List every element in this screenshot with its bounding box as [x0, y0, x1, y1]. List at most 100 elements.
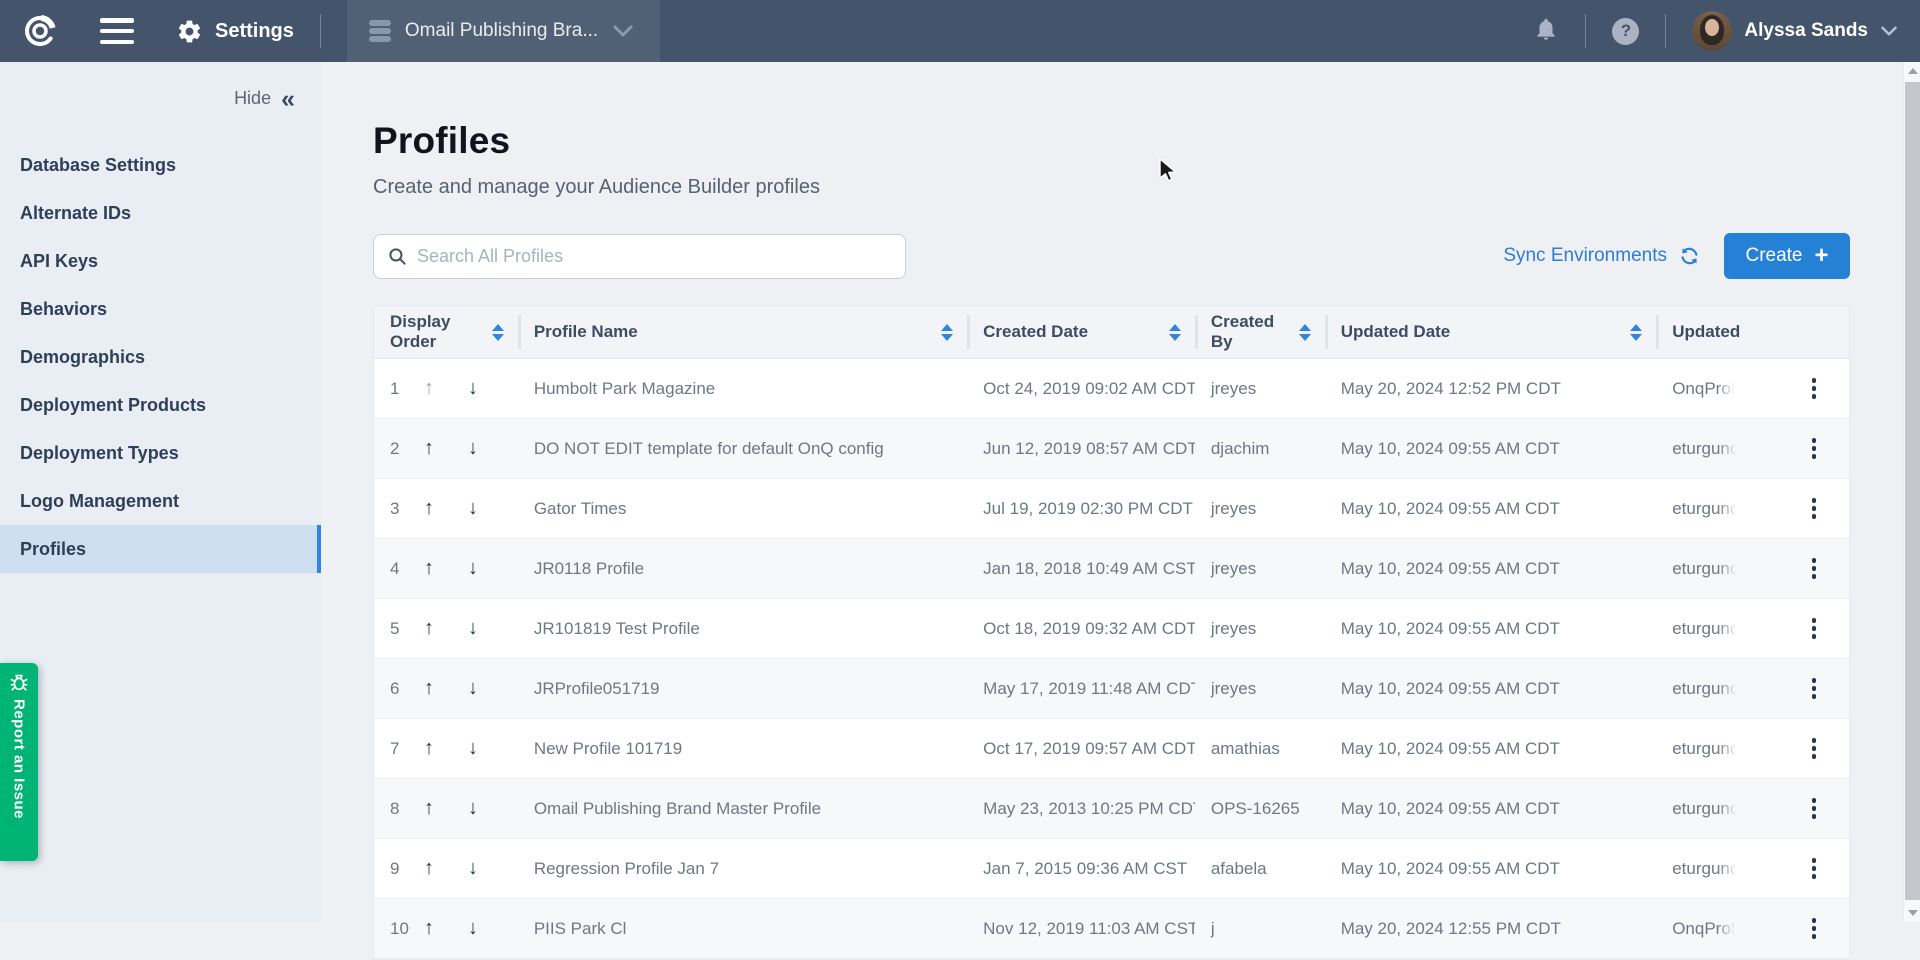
user-menu[interactable]: Alyssa Sands	[1666, 11, 1920, 51]
sidebar-item-demographics[interactable]: Demographics	[0, 333, 321, 381]
move-up-button[interactable]: ↑	[412, 737, 456, 760]
sort-icon[interactable]	[1169, 324, 1181, 341]
table-body: 1↑↓Humbolt Park MagazineOct 24, 2019 09:…	[374, 359, 1849, 959]
search-input[interactable]	[417, 246, 891, 267]
scrollbar-thumb[interactable]	[1905, 82, 1920, 900]
table-row[interactable]: 10↑↓PIIS Park ClNov 12, 2019 11:03 AM CS…	[374, 899, 1849, 959]
settings-nav[interactable]: Settings	[176, 18, 294, 45]
table-row[interactable]: 7↑↓New Profile 101719Oct 17, 2019 09:57 …	[374, 719, 1849, 779]
cell-created-by: OPS-16265	[1195, 779, 1325, 838]
row-actions-kebab-icon[interactable]	[1797, 912, 1831, 946]
sort-icon[interactable]	[941, 324, 953, 341]
cell-updated-by: eturgunc	[1656, 779, 1777, 838]
sidebar-item-deployment-products[interactable]: Deployment Products	[0, 381, 321, 429]
cell-actions	[1777, 779, 1849, 838]
row-actions-kebab-icon[interactable]	[1797, 432, 1831, 466]
move-down-button[interactable]: ↓	[456, 437, 500, 460]
order-number: 5	[390, 619, 412, 639]
profiles-table: Display OrderProfile NameCreated DateCre…	[373, 305, 1850, 960]
cell-display-order: 4↑↓	[374, 539, 518, 598]
move-down-button[interactable]: ↓	[456, 857, 500, 880]
cell-updated-by: eturgunc	[1656, 659, 1777, 718]
bell-icon	[1533, 15, 1559, 43]
table-row[interactable]: 2↑↓DO NOT EDIT template for default OnQ …	[374, 419, 1849, 479]
table-row[interactable]: 6↑↓JRProfile051719May 17, 2019 11:48 AM …	[374, 659, 1849, 719]
scrollbar-down-arrow[interactable]	[1904, 904, 1920, 922]
move-up-button[interactable]: ↑	[412, 677, 456, 700]
table-row[interactable]: 9↑↓Regression Profile Jan 7Jan 7, 2015 0…	[374, 839, 1849, 899]
cell-actions	[1777, 899, 1849, 958]
sidebar-item-deployment-types[interactable]: Deployment Types	[0, 429, 321, 477]
cell-updated-by: eturgunc	[1656, 719, 1777, 778]
move-up-button[interactable]: ↑	[412, 797, 456, 820]
create-button[interactable]: Create +	[1724, 233, 1850, 279]
cell-created-date: Jan 18, 2018 10:49 AM CST	[967, 539, 1195, 598]
vertical-scrollbar[interactable]	[1903, 62, 1920, 922]
help-button[interactable]: ?	[1586, 18, 1665, 45]
move-down-button[interactable]: ↓	[456, 377, 500, 400]
logo-icon	[20, 11, 60, 51]
move-up-button[interactable]: ↑	[412, 617, 456, 640]
move-up-button[interactable]: ↑	[412, 437, 456, 460]
move-up-button[interactable]: ↑	[412, 377, 456, 400]
column-header-display-order[interactable]: Display Order	[374, 306, 518, 358]
move-down-button[interactable]: ↓	[456, 617, 500, 640]
updated-date-text: May 10, 2024 09:55 AM CDT	[1341, 859, 1560, 879]
move-up-button[interactable]: ↑	[412, 557, 456, 580]
cell-updated-by: OnqProf	[1656, 359, 1777, 418]
table-row[interactable]: 1↑↓Humbolt Park MagazineOct 24, 2019 09:…	[374, 359, 1849, 419]
row-actions-kebab-icon[interactable]	[1797, 672, 1831, 706]
omeda-logo[interactable]	[18, 9, 62, 53]
hide-label: Hide	[234, 88, 271, 109]
row-actions-kebab-icon[interactable]	[1797, 792, 1831, 826]
column-header-created-date[interactable]: Created Date	[967, 306, 1195, 358]
move-down-button[interactable]: ↓	[456, 557, 500, 580]
table-row[interactable]: 8↑↓Omail Publishing Brand Master Profile…	[374, 779, 1849, 839]
column-header-created-by[interactable]: Created By	[1195, 306, 1325, 358]
table-row[interactable]: 3↑↓Gator TimesJul 19, 2019 02:30 PM CDTj…	[374, 479, 1849, 539]
updated-date-text: May 10, 2024 09:55 AM CDT	[1341, 499, 1560, 519]
move-up-button[interactable]: ↑	[412, 497, 456, 520]
cell-created-date: Jun 12, 2019 08:57 AM CDT	[967, 419, 1195, 478]
row-actions-kebab-icon[interactable]	[1797, 372, 1831, 406]
hide-sidebar-button[interactable]: Hide «	[0, 62, 321, 117]
row-actions-kebab-icon[interactable]	[1797, 732, 1831, 766]
row-actions-kebab-icon[interactable]	[1797, 612, 1831, 646]
sync-environments-link[interactable]: Sync Environments	[1503, 245, 1702, 267]
row-actions-kebab-icon[interactable]	[1797, 552, 1831, 586]
sort-icon[interactable]	[1299, 324, 1311, 341]
move-up-button[interactable]: ↑	[412, 917, 456, 940]
created-date-text: Oct 17, 2019 09:57 AM CDT	[983, 739, 1195, 759]
cell-created-by: djachim	[1195, 419, 1325, 478]
scrollbar-up-arrow[interactable]	[1904, 62, 1920, 80]
sort-icon[interactable]	[492, 324, 504, 341]
column-header-updated-date[interactable]: Updated Date	[1325, 306, 1657, 358]
move-down-button[interactable]: ↓	[456, 497, 500, 520]
move-down-button[interactable]: ↓	[456, 917, 500, 940]
table-row[interactable]: 5↑↓JR101819 Test ProfileOct 18, 2019 09:…	[374, 599, 1849, 659]
move-down-button[interactable]: ↓	[456, 737, 500, 760]
updated-date-text: May 10, 2024 09:55 AM CDT	[1341, 799, 1560, 819]
sidebar-item-profiles[interactable]: Profiles	[0, 525, 321, 573]
cell-display-order: 6↑↓	[374, 659, 518, 718]
sidebar-item-database-settings[interactable]: Database Settings	[0, 141, 321, 189]
hamburger-menu-icon[interactable]	[100, 18, 134, 44]
move-down-button[interactable]: ↓	[456, 797, 500, 820]
report-issue-tab[interactable]: Report an Issue	[0, 663, 38, 861]
row-actions-kebab-icon[interactable]	[1797, 852, 1831, 886]
cell-display-order: 1↑↓	[374, 359, 518, 418]
notifications-button[interactable]	[1507, 15, 1585, 48]
sort-icon[interactable]	[1630, 324, 1642, 341]
sidebar-item-behaviors[interactable]: Behaviors	[0, 285, 321, 333]
move-up-button[interactable]: ↑	[412, 857, 456, 880]
table-row[interactable]: 4↑↓JR0118 ProfileJan 18, 2018 10:49 AM C…	[374, 539, 1849, 599]
cell-actions	[1777, 359, 1849, 418]
sidebar-item-alternate-ids[interactable]: Alternate IDs	[0, 189, 321, 237]
move-down-button[interactable]: ↓	[456, 677, 500, 700]
brand-selector-dropdown[interactable]: Omail Publishing Bra...	[347, 0, 660, 62]
row-actions-kebab-icon[interactable]	[1797, 492, 1831, 526]
sidebar-item-logo-management[interactable]: Logo Management	[0, 477, 321, 525]
sidebar-item-api-keys[interactable]: API Keys	[0, 237, 321, 285]
brand-selector-label: Omail Publishing Bra...	[405, 20, 598, 42]
column-header-profile-name[interactable]: Profile Name	[518, 306, 967, 358]
